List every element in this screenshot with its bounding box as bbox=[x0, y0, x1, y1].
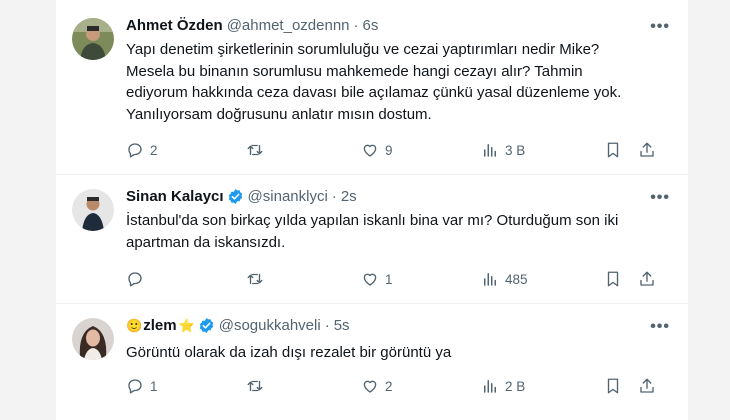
more-icon[interactable]: ••• bbox=[650, 18, 670, 36]
like-button[interactable]: 9 bbox=[361, 141, 393, 159]
retweet-button[interactable] bbox=[246, 141, 270, 159]
tweet-text: İstanbul'da son birkaç yılda yapılan isk… bbox=[126, 210, 676, 253]
tweet-text-line: Yanılıyorsam doğrusunu anlatır mısın dos… bbox=[126, 105, 432, 123]
views-icon bbox=[484, 273, 496, 286]
avatar[interactable] bbox=[72, 318, 114, 360]
reply-icon bbox=[128, 272, 142, 287]
tweet-header: Ahmet Özden @ahmet_ozdennn · 6s bbox=[126, 17, 378, 34]
views-count: 485 bbox=[505, 271, 528, 287]
tweet-text-line: Mesela bu binanın sorumlusu mahkemede ha… bbox=[126, 62, 583, 80]
reply-button[interactable]: 2 bbox=[126, 141, 158, 159]
retweet-button[interactable] bbox=[246, 377, 270, 395]
action-bar: 1 485 bbox=[126, 270, 676, 292]
views-button[interactable]: 2 B bbox=[481, 377, 525, 395]
share-button[interactable] bbox=[638, 377, 656, 395]
separator: · bbox=[353, 17, 359, 34]
tweet-text-line: Yapı denetim şirketlerinin sorumluluğu v… bbox=[126, 41, 600, 58]
share-button[interactable] bbox=[638, 141, 656, 159]
heart-icon bbox=[363, 273, 377, 286]
share-icon bbox=[640, 271, 654, 286]
retweet-button[interactable] bbox=[246, 270, 270, 288]
share-icon bbox=[640, 142, 654, 157]
tweet-text-line: apartman da iskansızdı. bbox=[126, 233, 286, 251]
share-icon bbox=[640, 378, 654, 393]
author-name[interactable]: Ahmet Özden bbox=[126, 17, 223, 34]
tweet-text: Yapı denetim şirketlerinin sorumluluğu v… bbox=[126, 39, 676, 125]
tweet[interactable]: 🙂 zlem ⭐ @sogukkahveli · 5s ••• Görüntü … bbox=[56, 304, 688, 420]
like-button[interactable]: 1 bbox=[361, 270, 393, 288]
timestamp[interactable]: 2s bbox=[341, 188, 357, 205]
author-handle[interactable]: @sogukkahveli bbox=[219, 317, 321, 334]
bookmark-button[interactable] bbox=[604, 141, 622, 159]
views-count: 3 B bbox=[505, 142, 526, 158]
tweet-text: Görüntü olarak da izah dışı rezalet bir … bbox=[126, 342, 676, 364]
more-icon[interactable]: ••• bbox=[650, 189, 670, 207]
reply-icon bbox=[128, 379, 142, 394]
more-icon[interactable]: ••• bbox=[650, 318, 670, 336]
bookmark-button[interactable] bbox=[604, 270, 622, 288]
verified-badge-icon bbox=[228, 189, 242, 204]
retweet-icon bbox=[247, 144, 263, 156]
reply-count: 2 bbox=[150, 142, 158, 158]
author-handle[interactable]: @sinanklyci bbox=[248, 188, 328, 205]
tweet-text-line: Görüntü olarak da izah dışı rezalet bir … bbox=[126, 344, 452, 361]
tweet-header: 🙂 zlem ⭐ @sogukkahveli · 5s bbox=[126, 317, 350, 334]
tweet-text-line: İstanbul'da son birkaç yılda yapılan isk… bbox=[126, 212, 619, 229]
separator: · bbox=[331, 188, 337, 205]
views-icon bbox=[484, 144, 496, 157]
separator: · bbox=[324, 317, 330, 334]
like-count: 2 bbox=[385, 378, 393, 394]
bookmark-button[interactable] bbox=[604, 377, 622, 395]
views-button[interactable]: 3 B bbox=[481, 141, 525, 159]
reply-button[interactable]: 1 bbox=[126, 377, 158, 395]
bookmark-icon bbox=[607, 142, 619, 158]
avatar[interactable] bbox=[72, 18, 114, 60]
avatar[interactable] bbox=[72, 189, 114, 231]
tweet[interactable]: Sinan Kalaycı @sinanklyci · 2s ••• İstan… bbox=[56, 175, 688, 304]
tweet-text-line: ediyorum hakkında ceza davası bile açıla… bbox=[126, 84, 622, 101]
author-handle[interactable]: @ahmet_ozdennn bbox=[227, 17, 350, 34]
name-emoji-prefix: 🙂 bbox=[126, 317, 143, 333]
like-count: 9 bbox=[385, 142, 393, 158]
bookmark-icon bbox=[607, 378, 619, 394]
bookmark-icon bbox=[607, 271, 619, 287]
tweet[interactable]: Ahmet Özden @ahmet_ozdennn · 6s ••• Yapı… bbox=[56, 0, 688, 175]
reply-count: 1 bbox=[150, 378, 158, 394]
views-button[interactable]: 485 bbox=[481, 270, 528, 288]
author-name[interactable]: Sinan Kalaycı bbox=[126, 188, 224, 205]
tweet-header: Sinan Kalaycı @sinanklyci · 2s bbox=[126, 188, 357, 205]
verified-badge-icon bbox=[199, 318, 213, 333]
retweet-icon bbox=[247, 273, 263, 285]
heart-icon bbox=[363, 380, 377, 393]
reply-button[interactable] bbox=[126, 270, 150, 288]
share-button[interactable] bbox=[638, 270, 656, 288]
like-count: 1 bbox=[385, 271, 393, 287]
action-bar: 1 2 2 B bbox=[126, 377, 676, 399]
like-button[interactable]: 2 bbox=[361, 377, 393, 395]
reply-icon bbox=[128, 143, 142, 158]
timestamp[interactable]: 6s bbox=[363, 17, 379, 34]
retweet-icon bbox=[247, 380, 263, 392]
heart-icon bbox=[363, 144, 377, 157]
views-count: 2 B bbox=[505, 378, 526, 394]
author-name[interactable]: zlem bbox=[143, 317, 176, 334]
action-bar: 2 9 3 B bbox=[126, 141, 676, 163]
star-emoji: ⭐ bbox=[178, 317, 195, 333]
views-icon bbox=[484, 380, 496, 393]
timestamp[interactable]: 5s bbox=[334, 317, 350, 334]
tweet-feed: Ahmet Özden @ahmet_ozdennn · 6s ••• Yapı… bbox=[55, 0, 689, 420]
